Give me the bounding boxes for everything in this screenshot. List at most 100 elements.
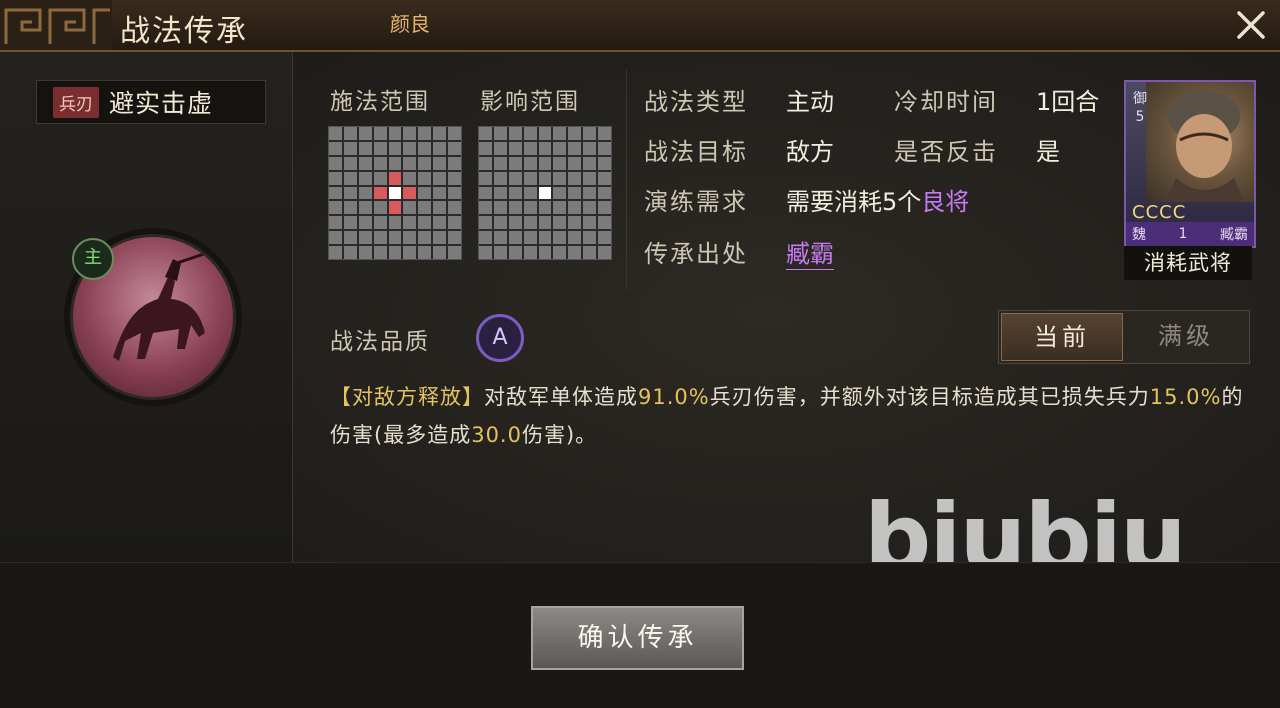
grid-cell — [508, 246, 522, 259]
grid-cell — [358, 201, 372, 215]
toggle-current-button[interactable]: 当前 — [1001, 313, 1123, 361]
cooldown-value: 1回合 — [1036, 88, 1100, 116]
quality-label: 战法品质 — [330, 329, 430, 355]
grid-cell — [433, 171, 447, 185]
grid-cell — [388, 246, 402, 259]
title-ornament-icon — [0, 0, 112, 50]
toggle-max-button[interactable]: 满级 — [1125, 313, 1247, 361]
grid-cell — [508, 186, 522, 200]
skill-target-value: 敌方 — [786, 138, 834, 166]
grid-cell — [568, 231, 582, 245]
troop-type-tag: 兵刃 — [53, 86, 99, 118]
skill-type-label: 战法类型 — [644, 88, 748, 116]
page-title: 战法传承 — [120, 14, 248, 49]
grid-cell — [358, 171, 372, 185]
grid-cell — [343, 141, 357, 155]
grid-cell — [479, 127, 492, 140]
grid-cell — [568, 201, 582, 215]
grid-cell — [329, 186, 342, 200]
skill-type-value: 主动 — [786, 88, 834, 116]
grid-cell — [388, 201, 402, 215]
general-portrait — [1146, 82, 1254, 202]
grid-cell — [568, 216, 582, 230]
effect-range-grid — [478, 126, 612, 260]
train-requirement-label: 演练需求 — [644, 188, 748, 216]
general-card[interactable]: 御5 CCCC 魏 1 臧霸 — [1124, 80, 1256, 248]
grid-cell — [388, 171, 402, 185]
grid-cell — [568, 156, 582, 170]
grid-cell — [433, 186, 447, 200]
grid-cell — [568, 171, 582, 185]
grid-cell — [493, 246, 507, 259]
grid-cell — [598, 171, 611, 185]
grid-cell — [373, 216, 387, 230]
grid-cell — [329, 231, 342, 245]
grid-cell — [493, 216, 507, 230]
skill-name-box: 兵刃 避实击虚 — [36, 80, 266, 124]
grid-cell — [493, 141, 507, 155]
grid-cell — [343, 186, 357, 200]
grid-cell — [553, 186, 567, 200]
grid-cell — [343, 231, 357, 245]
grid-cell — [553, 231, 567, 245]
skill-name: 避实击虚 — [109, 89, 214, 118]
grid-cell — [479, 141, 492, 155]
grid-cell — [388, 186, 402, 200]
grid-cell — [583, 127, 597, 140]
grid-cell — [343, 216, 357, 230]
grid-cell — [538, 171, 552, 185]
grid-cell — [553, 216, 567, 230]
grid-cell — [523, 231, 537, 245]
grid-cell — [433, 127, 447, 140]
title-bar: 战法传承 颜良 — [0, 0, 1280, 52]
confirm-inherit-button[interactable]: 确认传承 — [531, 606, 744, 670]
general-faction: 魏 — [1132, 227, 1146, 243]
grid-cell — [448, 141, 461, 155]
general-stars: CCCC — [1132, 202, 1187, 223]
grid-cell — [583, 156, 597, 170]
counter-label: 是否反击 — [894, 138, 998, 166]
grid-cell — [373, 156, 387, 170]
grid-cell — [329, 127, 342, 140]
grid-cell — [358, 216, 372, 230]
grid-cell — [568, 246, 582, 259]
cast-range-label: 施法范围 — [330, 89, 430, 115]
grid-cell — [433, 156, 447, 170]
grid-cell — [358, 127, 372, 140]
train-requirement-text: 需要消耗5个 — [786, 188, 922, 216]
grid-cell — [583, 141, 597, 155]
grid-cell — [479, 156, 492, 170]
close-icon — [1237, 11, 1265, 39]
skill-target-label: 战法目标 — [644, 138, 748, 166]
grid-cell — [358, 156, 372, 170]
grid-cell — [523, 141, 537, 155]
close-button[interactable] — [1232, 6, 1270, 44]
grid-cell — [598, 246, 611, 259]
grid-cell — [553, 141, 567, 155]
grid-cell — [448, 216, 461, 230]
level-toggle: 当前 满级 — [998, 310, 1250, 364]
grid-cell — [448, 201, 461, 215]
grid-cell — [343, 246, 357, 259]
grid-cell — [508, 171, 522, 185]
train-requirement-quality: 良将 — [921, 188, 970, 216]
grid-cell — [479, 171, 492, 185]
grid-cell — [418, 127, 432, 140]
source-general-link[interactable]: 臧霸 — [786, 234, 834, 270]
quality-grade-badge: A — [476, 314, 524, 362]
grid-cell — [523, 246, 537, 259]
grid-cell — [329, 171, 342, 185]
grid-cell — [508, 216, 522, 230]
grid-cell — [373, 231, 387, 245]
grid-cell — [538, 156, 552, 170]
grid-cell — [538, 216, 552, 230]
grid-cell — [329, 246, 342, 259]
grid-cell — [538, 141, 552, 155]
grid-cell — [479, 231, 492, 245]
grid-cell — [448, 171, 461, 185]
counter-value: 是 — [1036, 138, 1060, 166]
grid-cell — [403, 141, 417, 155]
grid-cell — [523, 186, 537, 200]
grid-cell — [553, 171, 567, 185]
grid-cell — [493, 201, 507, 215]
